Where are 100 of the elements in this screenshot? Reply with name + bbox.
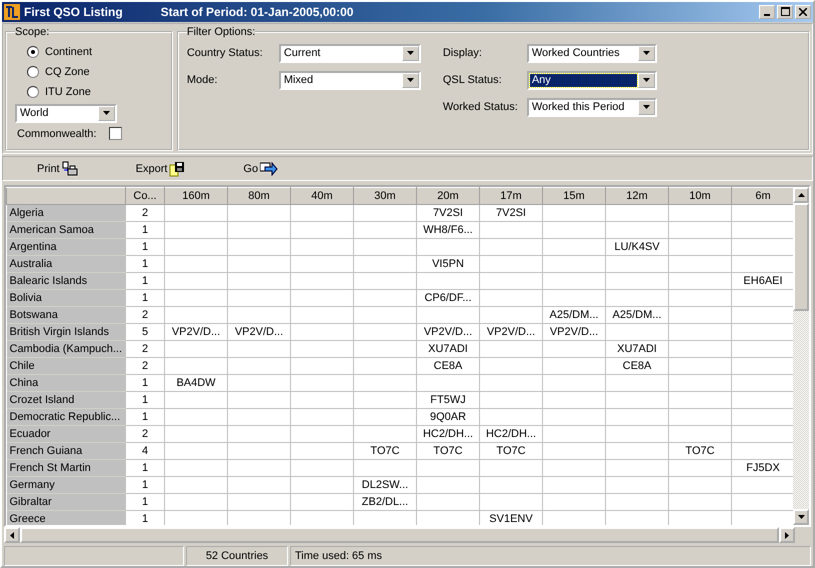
row-header: Crozet Island	[6, 392, 126, 409]
row-header: Australia	[6, 256, 126, 273]
radio-label: Continent	[45, 46, 92, 58]
toolbar-button[interactable]: Print	[37, 160, 78, 176]
table-cell: XU7ADI	[606, 340, 668, 358]
table-cell: 4	[126, 442, 164, 460]
column-header[interactable]: 6m	[732, 188, 793, 205]
dropdown[interactable]: World	[15, 104, 117, 123]
table-cell: 1	[126, 374, 164, 392]
caret-icon	[642, 105, 650, 110]
row-header: Chile	[6, 358, 126, 375]
table-cell: VP2V/D...	[416, 324, 480, 341]
dropdown[interactable]: Worked Countries	[526, 44, 657, 63]
window-title: First QSO Listing	[24, 4, 123, 19]
table-cell: 1	[126, 256, 164, 273]
field-label: Worked Status:	[442, 101, 517, 114]
table-cell: 7V2SI	[416, 204, 480, 222]
printer-icon	[62, 160, 78, 176]
column-header[interactable]: 12m	[606, 188, 668, 205]
table-cell: 5	[126, 324, 164, 341]
scroll-down-button[interactable]	[793, 509, 809, 526]
table-cell: LU/K4SV	[606, 238, 668, 256]
table-cell: 1	[126, 408, 164, 426]
column-header[interactable]: 80m	[228, 188, 290, 205]
table-cell: VP2V/D...	[542, 324, 606, 341]
caret-icon	[406, 78, 414, 82]
app-icon	[4, 4, 20, 20]
caret-icon	[406, 51, 414, 56]
table-cell: 2	[126, 358, 164, 375]
field-label: Mode:	[186, 74, 218, 86]
column-header[interactable]: 30m	[354, 188, 416, 205]
table-cell: TO7C	[354, 442, 416, 460]
table-cell: A25/DM...	[542, 306, 606, 324]
dropdown[interactable]: Current	[278, 44, 421, 63]
caret-icon	[10, 532, 14, 539]
caret-icon	[798, 193, 804, 198]
scroll-right-button[interactable]	[779, 527, 795, 544]
toolbar-button[interactable]: Go	[243, 162, 278, 176]
close-button[interactable]	[795, 4, 811, 19]
minimize-button[interactable]	[759, 4, 775, 19]
status-text: 52 Countries	[206, 550, 268, 562]
radio-button[interactable]	[27, 86, 39, 98]
table-cell: TO7C	[668, 442, 732, 460]
minimize-icon	[764, 14, 770, 16]
column-header[interactable]	[6, 188, 126, 205]
column-header[interactable]: 20m	[416, 188, 480, 205]
field-label: QSL Status:	[442, 74, 503, 86]
table-cell: ZB2/DL...	[354, 494, 416, 511]
table-cell: 9Q0AR	[416, 408, 480, 426]
row-header: Bolivia	[6, 290, 126, 307]
table-cell: 2	[126, 340, 164, 358]
scroll-up-button[interactable]	[793, 187, 809, 204]
row-header: Germany	[6, 476, 126, 494]
arrow-icon	[260, 162, 278, 176]
table-cell: VP2V/D...	[480, 324, 542, 341]
column-header[interactable]: 10m	[668, 188, 732, 205]
table-cell: 1	[126, 222, 164, 239]
scroll-left-button[interactable]	[4, 527, 20, 544]
table-cell: XU7ADI	[416, 340, 480, 358]
row-header: Argentina	[6, 238, 126, 256]
checkbox-label: Commonwealth:	[17, 128, 98, 140]
table-cell: CE8A	[416, 358, 480, 375]
table-cell: 1	[126, 494, 164, 511]
toolbar-button[interactable]: Export	[136, 160, 186, 176]
table-cell: 2	[126, 204, 164, 222]
field-label: Country Status:	[186, 47, 264, 60]
table-cell: VP2V/D...	[228, 324, 290, 341]
checkbox[interactable]	[109, 127, 122, 140]
column-header[interactable]: 15m	[542, 188, 606, 205]
table-cell: 1	[126, 290, 164, 307]
column-header[interactable]: 40m	[290, 188, 354, 205]
group-title: Scope:	[15, 26, 50, 38]
column-header[interactable]: Co...	[126, 188, 164, 205]
caret-icon	[103, 111, 110, 116]
row-header: Botswana	[6, 306, 126, 324]
table-cell: 2	[126, 306, 164, 324]
table-cell: TO7C	[416, 442, 480, 460]
scroll-thumb[interactable]	[793, 203, 809, 312]
vertical-scrollbar[interactable]	[793, 187, 809, 526]
row-header: Gibraltar	[6, 494, 126, 511]
dropdown[interactable]: Worked this Period	[526, 98, 657, 117]
row-header: British Virgin Islands	[6, 324, 126, 341]
table-cell: CE8A	[606, 358, 668, 375]
dropdown[interactable]: Mixed	[278, 70, 421, 90]
table-cell: WH8/F6...	[416, 222, 480, 239]
maximize-button[interactable]	[777, 4, 793, 19]
table-cell: A25/DM...	[606, 306, 668, 324]
table-cell: 1	[126, 272, 164, 290]
table-cell: VP2V/D...	[164, 324, 228, 341]
dropdown[interactable]: Any	[526, 70, 657, 90]
table-cell: 2	[126, 426, 164, 443]
radio-label: CQ Zone	[45, 66, 90, 78]
window-subtitle: Start of Period: 01-Jan-2005,00:00	[160, 4, 354, 19]
row-header: Cambodia (Kampuch...	[6, 340, 126, 358]
column-header[interactable]: 160m	[164, 188, 228, 205]
column-header[interactable]: 17m	[480, 188, 542, 205]
radio-button[interactable]	[27, 46, 39, 58]
radio-button[interactable]	[27, 66, 39, 78]
caret-icon	[798, 515, 804, 520]
table-cell: FT5WJ	[416, 392, 480, 409]
